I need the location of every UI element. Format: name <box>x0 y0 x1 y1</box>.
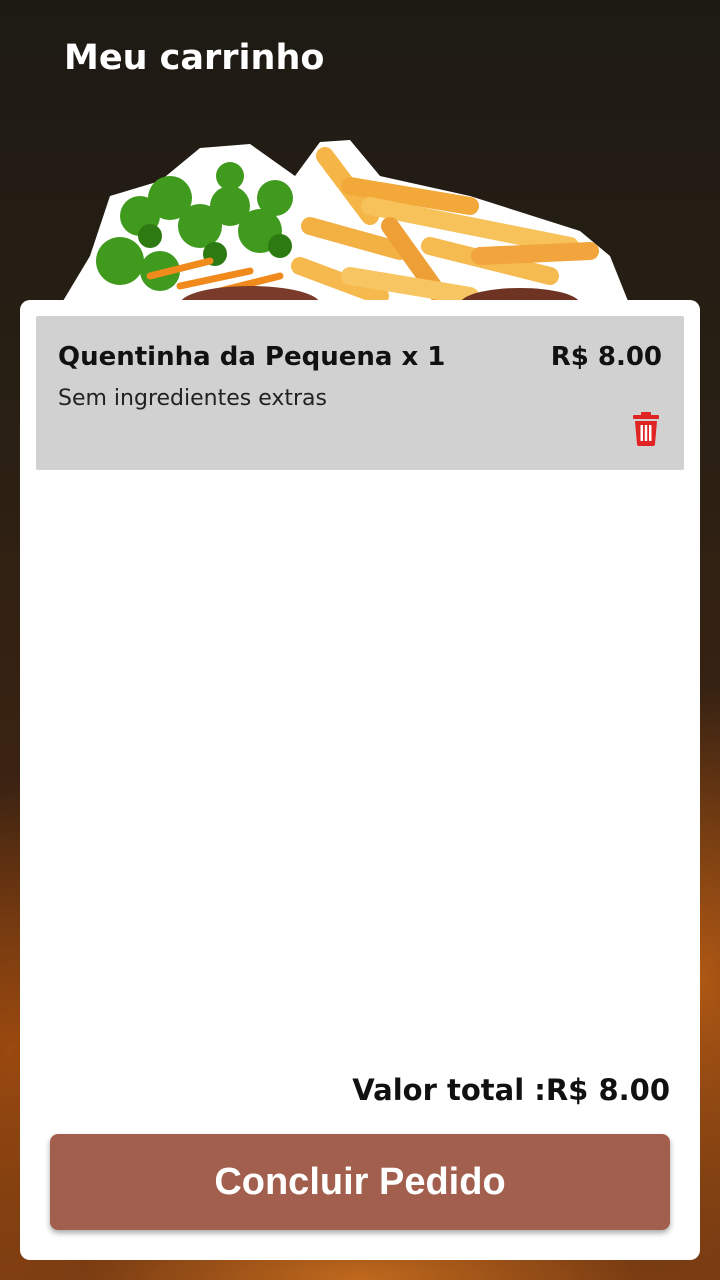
confirm-order-button[interactable]: Concluir Pedido <box>50 1134 670 1230</box>
order-total: Valor total :R$ 8.00 <box>352 1073 670 1107</box>
trash-icon[interactable] <box>632 412 660 446</box>
cart-item: Quentinha da Pequena x 1 R$ 8.00 Sem ing… <box>36 316 684 470</box>
cart-item-description: Sem ingredientes extras <box>58 386 327 411</box>
food-plate-image <box>60 140 630 306</box>
cart-item-name: Quentinha da Pequena x 1 <box>58 342 446 372</box>
cart-screen: Meu carrinho Quentinha da Pequena x 1 R$… <box>0 0 720 1280</box>
page-title: Meu carrinho <box>64 38 325 78</box>
cart-panel: Quentinha da Pequena x 1 R$ 8.00 Sem ing… <box>20 300 700 1260</box>
cart-item-price: R$ 8.00 <box>550 342 662 372</box>
